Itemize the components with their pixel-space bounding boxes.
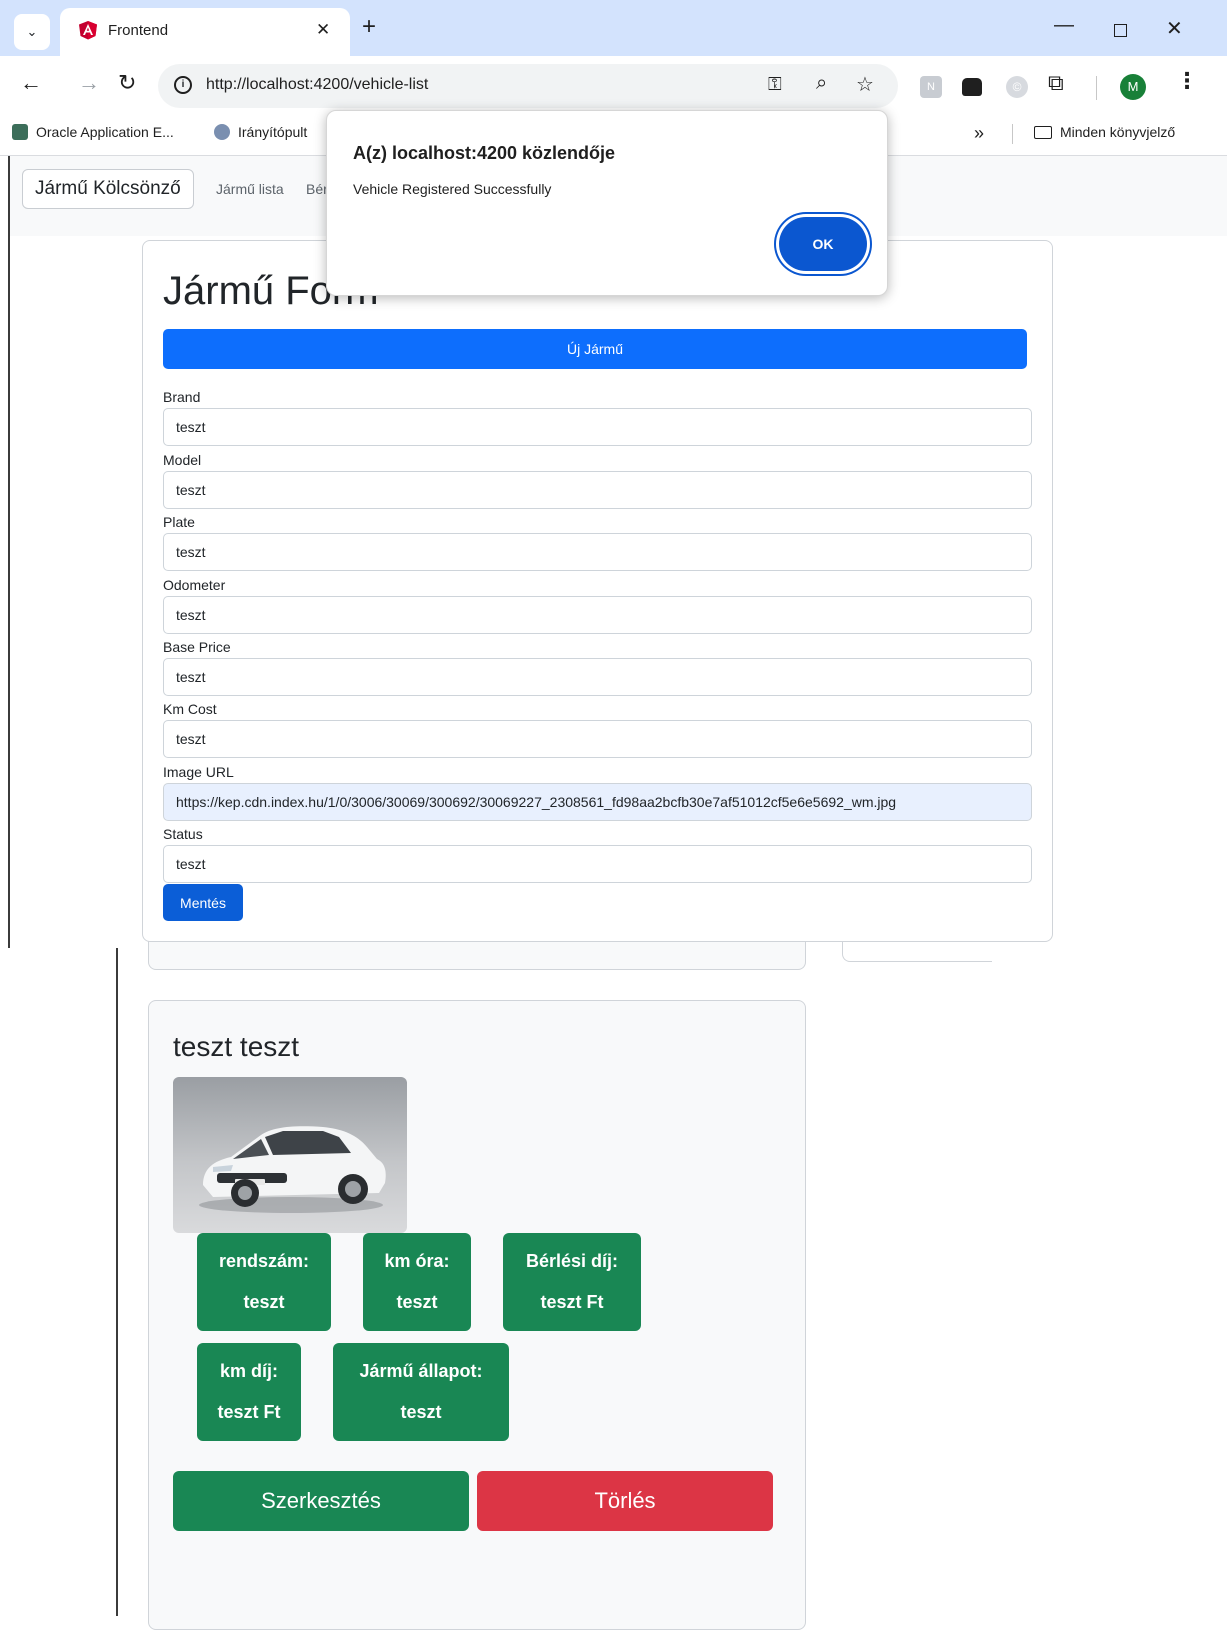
badge-label: rendszám: xyxy=(218,1251,310,1271)
bookmark-label: Irányítópult xyxy=(238,124,308,140)
base-price-input[interactable]: teszt xyxy=(163,658,1032,696)
badge-label: Jármű állapot: xyxy=(359,1361,483,1381)
ok-button[interactable]: OK xyxy=(779,217,867,271)
tab-search-button[interactable]: ⌄ xyxy=(14,14,50,50)
extension-icon[interactable] xyxy=(962,78,982,96)
url-text[interactable]: http://localhost:4200/vehicle-list xyxy=(206,76,428,94)
odometer-label: Odometer xyxy=(163,577,226,593)
profile-avatar[interactable]: M xyxy=(1120,74,1146,100)
badge-value: teszt xyxy=(243,1292,285,1312)
bookmark-star-icon[interactable]: ☆ xyxy=(856,72,874,97)
save-button[interactable]: Mentés xyxy=(163,884,243,921)
badge-value: teszt xyxy=(400,1402,442,1422)
minimize-icon[interactable]: — xyxy=(1054,14,1074,37)
rental-fee-badge: Bérlési díj: teszt Ft xyxy=(503,1233,641,1331)
tab-close-icon[interactable]: ✕ xyxy=(316,20,330,40)
brand-label: Brand xyxy=(163,389,201,405)
vehicle-title: teszt teszt xyxy=(173,1031,300,1062)
bookmark-label: Oracle Application E... xyxy=(36,124,174,140)
extensions-puzzle-icon[interactable]: ⧉ xyxy=(1048,70,1064,96)
plate-label: Plate xyxy=(163,514,195,530)
delete-button[interactable]: Törlés xyxy=(477,1471,773,1531)
extension-icon[interactable]: N xyxy=(920,76,942,98)
bookmarks-overflow-icon[interactable]: » xyxy=(974,123,984,144)
all-bookmarks-folder[interactable]: Minden könyvjelző xyxy=(1034,124,1175,140)
badge-label: Bérlési díj: xyxy=(525,1251,619,1271)
all-bookmarks-label: Minden könyvjelző xyxy=(1060,124,1176,140)
plate-input[interactable]: teszt xyxy=(163,533,1032,571)
back-arrow-icon[interactable]: ← xyxy=(20,70,42,96)
status-input[interactable]: teszt xyxy=(163,845,1032,883)
window-edge xyxy=(116,948,118,1616)
tab-title: Frontend xyxy=(108,22,169,39)
folder-icon xyxy=(1034,125,1052,139)
extension-icon[interactable]: © xyxy=(1006,76,1028,98)
status-label: Status xyxy=(163,826,203,842)
model-input[interactable]: teszt xyxy=(163,471,1032,509)
vehicle-card-previous xyxy=(148,940,806,970)
alert-dialog: A(z) localhost:4200 közlendője Vehicle R… xyxy=(326,110,888,296)
vehicle-image xyxy=(173,1077,407,1233)
password-key-icon[interactable]: ⚿ xyxy=(768,74,782,95)
edit-button[interactable]: Szerkesztés xyxy=(173,1471,469,1531)
brand-input[interactable]: teszt xyxy=(163,408,1032,446)
toolbar-divider xyxy=(1096,76,1097,100)
vehicle-card: teszt teszt rendszám: teszt km óra: tesz… xyxy=(148,1000,806,1630)
window-edge xyxy=(8,156,10,948)
nav-link-vehicle-list[interactable]: Jármű lista xyxy=(216,181,284,197)
km-fee-badge: km díj: teszt Ft xyxy=(197,1343,301,1441)
bookmark-item[interactable]: Oracle Application E... xyxy=(12,124,174,140)
bookmarks-divider xyxy=(1012,124,1013,144)
badge-value: teszt Ft xyxy=(217,1402,281,1422)
status-badge: Jármű állapot: teszt xyxy=(333,1343,509,1441)
vehicle-form-card: Jármű Form Új Jármű Brand teszt Model te… xyxy=(142,240,1053,942)
oracle-apex-icon xyxy=(12,124,28,140)
badge-value: teszt xyxy=(396,1292,438,1312)
base-price-label: Base Price xyxy=(163,639,231,655)
reload-icon[interactable]: ↻ xyxy=(118,70,136,96)
chevron-down-icon: ⌄ xyxy=(26,24,38,39)
zoom-icon[interactable]: ⌕ xyxy=(816,72,827,95)
image-url-input[interactable]: https://kep.cdn.index.hu/1/0/3006/30069/… xyxy=(163,783,1032,821)
address-bar[interactable]: i http://localhost:4200/vehicle-list ⚿ ⌕… xyxy=(158,64,898,108)
new-vehicle-button[interactable]: Új Jármű xyxy=(163,329,1027,369)
bookmark-item[interactable]: Irányítópult xyxy=(214,124,307,140)
forward-arrow-icon[interactable]: → xyxy=(78,70,100,96)
car-image-icon xyxy=(199,1126,386,1213)
more-menu-icon[interactable]: ⋮ xyxy=(1176,68,1198,94)
badge-label: km óra: xyxy=(384,1251,450,1271)
dialog-message: Vehicle Registered Successfully xyxy=(353,181,552,197)
image-url-label: Image URL xyxy=(163,764,234,780)
odometer-badge: km óra: teszt xyxy=(363,1233,471,1331)
dashboard-icon xyxy=(214,124,230,140)
km-cost-label: Km Cost xyxy=(163,701,217,717)
badge-value: teszt Ft xyxy=(540,1292,604,1312)
window-close-icon[interactable]: ✕ xyxy=(1166,16,1183,41)
km-cost-input[interactable]: teszt xyxy=(163,720,1032,758)
maximize-icon[interactable] xyxy=(1114,24,1127,37)
side-panel xyxy=(842,940,992,962)
new-tab-button[interactable]: + xyxy=(362,14,376,40)
angular-favicon-icon xyxy=(79,21,97,40)
badge-label: km díj: xyxy=(219,1361,278,1381)
navbar-brand[interactable]: Jármű Kölcsönző xyxy=(22,169,194,209)
model-label: Model xyxy=(163,452,202,468)
plate-badge: rendszám: teszt xyxy=(197,1233,331,1331)
nav-link-rentals[interactable]: Bér xyxy=(306,181,328,197)
site-info-icon[interactable]: i xyxy=(174,76,192,94)
browser-tab[interactable]: Frontend ✕ xyxy=(60,8,350,56)
odometer-input[interactable]: teszt xyxy=(163,596,1032,634)
dialog-title: A(z) localhost:4200 közlendője xyxy=(353,143,616,163)
